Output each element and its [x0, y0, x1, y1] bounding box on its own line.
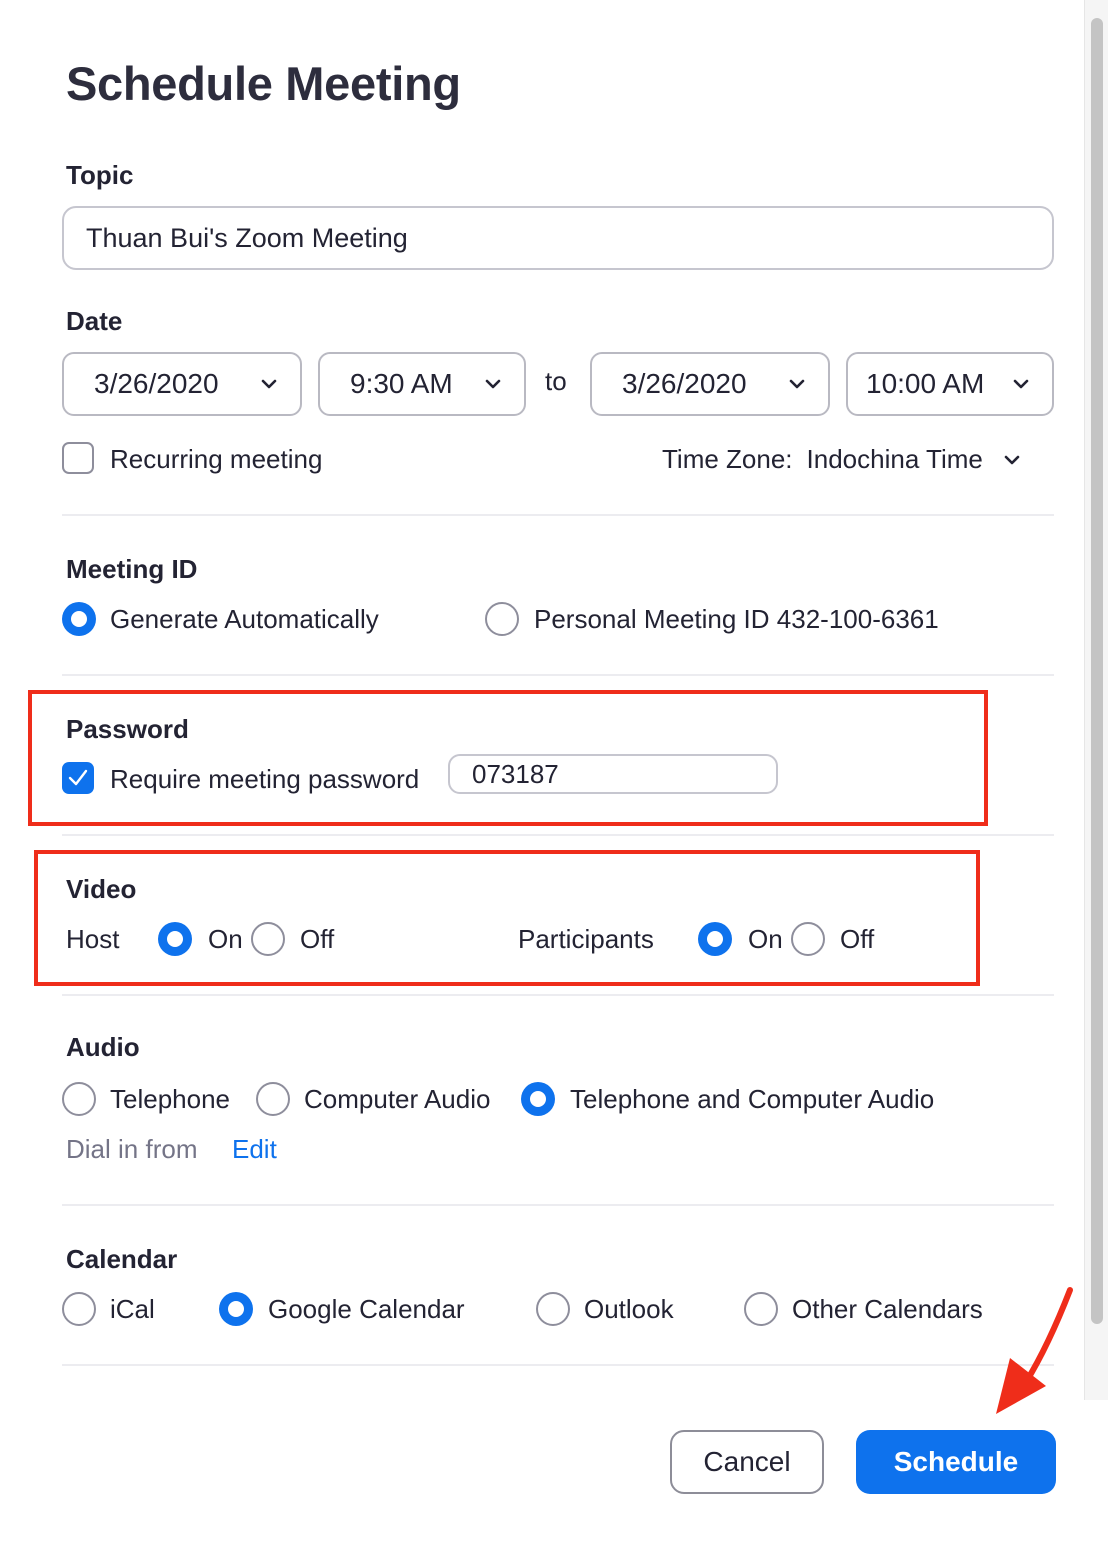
audio-computer-radio[interactable] [256, 1082, 290, 1116]
divider [62, 1204, 1054, 1206]
cancel-button[interactable]: Cancel [670, 1430, 824, 1494]
calendar-outlook-label: Outlook [584, 1294, 674, 1324]
topic-input[interactable]: Thuan Bui's Zoom Meeting [62, 206, 1054, 270]
chevron-down-icon [1004, 455, 1020, 464]
end-date-select[interactable]: 3/26/2020 [590, 352, 830, 416]
timezone-value: Indochina Time [806, 444, 983, 474]
start-date-value: 3/26/2020 [94, 368, 219, 399]
audio-computer-label: Computer Audio [304, 1084, 491, 1114]
generate-automatically-label: Generate Automatically [110, 604, 379, 634]
start-date-select[interactable]: 3/26/2020 [62, 352, 302, 416]
highlight-box-password [28, 690, 988, 826]
audio-telephone-radio[interactable] [62, 1082, 96, 1116]
audio-both-radio[interactable] [521, 1082, 555, 1116]
recurring-checkbox[interactable] [62, 442, 94, 474]
chevron-down-icon [485, 379, 501, 389]
date-to-label: to [545, 366, 567, 396]
calendar-other-label: Other Calendars [792, 1294, 983, 1324]
chevron-down-icon [1013, 379, 1029, 389]
dial-in-label: Dial in from [66, 1134, 198, 1164]
divider [62, 994, 1054, 996]
generate-automatically-radio[interactable] [62, 602, 96, 636]
divider [62, 674, 1054, 676]
date-label: Date [66, 306, 123, 336]
calendar-ical-radio[interactable] [62, 1292, 96, 1326]
highlight-box-video [34, 850, 980, 986]
end-time-select[interactable]: 10:00 AM [846, 352, 1054, 416]
calendar-other-radio[interactable] [744, 1292, 778, 1326]
divider [62, 834, 1054, 836]
scrollbar[interactable] [1084, 0, 1108, 1400]
meeting-id-label: Meeting ID [66, 554, 198, 584]
calendar-label: Calendar [66, 1244, 178, 1274]
topic-value: Thuan Bui's Zoom Meeting [86, 222, 408, 253]
divider [62, 514, 1054, 516]
audio-both-label: Telephone and Computer Audio [570, 1084, 935, 1114]
recurring-label: Recurring meeting [110, 444, 323, 474]
start-time-value: 9:30 AM [350, 368, 453, 399]
arrow-annotation-icon [996, 1287, 1073, 1414]
dial-in-edit-link[interactable]: Edit [232, 1134, 277, 1165]
dialog-title: Schedule Meeting [66, 57, 461, 110]
timezone-prefix: Time Zone: [662, 444, 793, 474]
calendar-outlook-radio[interactable] [536, 1292, 570, 1326]
topic-label: Topic [66, 160, 134, 190]
audio-telephone-label: Telephone [110, 1084, 230, 1114]
start-time-select[interactable]: 9:30 AM [318, 352, 526, 416]
calendar-google-label: Google Calendar [268, 1294, 465, 1324]
calendar-ical-label: iCal [110, 1294, 155, 1324]
chevron-down-icon [261, 379, 277, 389]
audio-label: Audio [66, 1032, 140, 1062]
end-date-value: 3/26/2020 [622, 368, 747, 399]
personal-meeting-id-label: Personal Meeting ID 432-100-6361 [534, 604, 939, 634]
scrollbar-thumb[interactable] [1091, 18, 1103, 1324]
timezone-select[interactable]: Time Zone: Indochina Time [662, 444, 1021, 475]
schedule-button[interactable]: Schedule [856, 1430, 1056, 1494]
personal-meeting-id-radio[interactable] [485, 602, 519, 636]
divider [62, 1364, 1054, 1366]
calendar-google-radio[interactable] [219, 1292, 253, 1326]
end-time-value: 10:00 AM [866, 368, 985, 399]
chevron-down-icon [789, 379, 805, 389]
